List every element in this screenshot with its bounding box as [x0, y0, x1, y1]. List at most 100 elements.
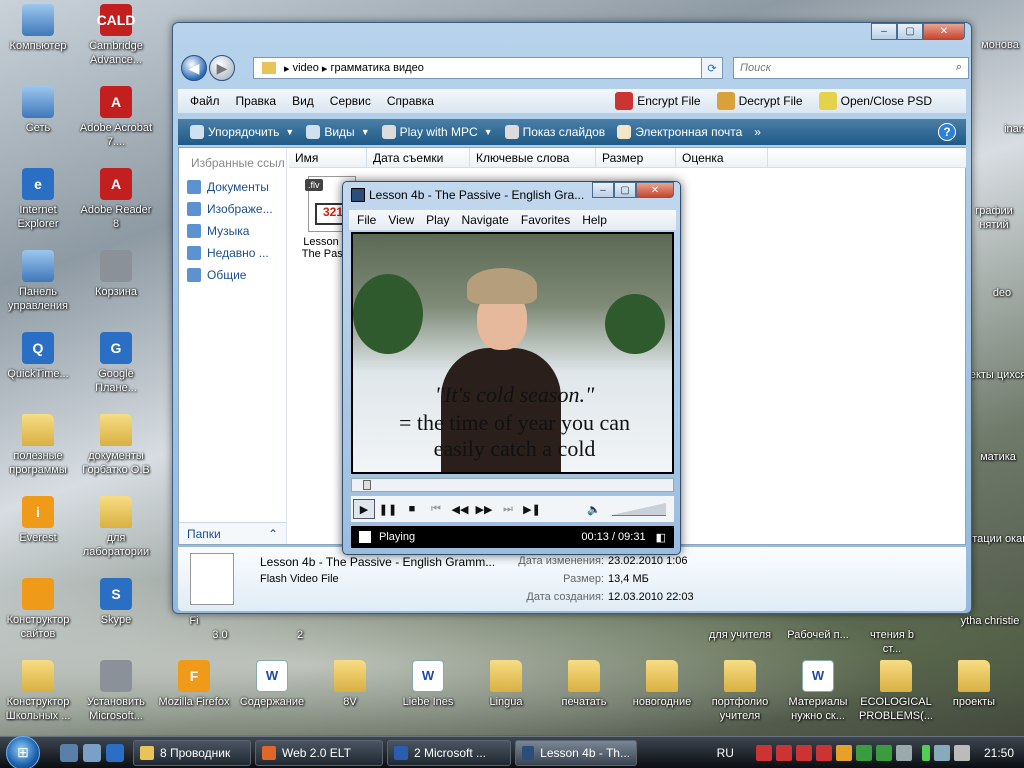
search-input[interactable]: Поиск ⌕ [733, 57, 969, 79]
more-commands-button[interactable]: » [754, 125, 761, 139]
desktop-icon[interactable]: e Internet Explorer [0, 168, 76, 231]
desktop-icon[interactable]: A Adobe Acrobat 7.... [78, 86, 154, 149]
task-explorer[interactable]: 8 Проводник [133, 739, 251, 766]
desktop-icon[interactable]: Q QuickTime... [0, 332, 76, 381]
desktop-icon[interactable]: документы Горбатко О.В [78, 414, 154, 477]
close-button[interactable]: ✕ [636, 182, 674, 198]
desktop-icon-label[interactable]: монова [968, 38, 1024, 52]
desktop-icon[interactable]: W Содержание [234, 660, 310, 709]
seek-handle[interactable] [362, 480, 371, 490]
menu-view[interactable]: Вид [292, 94, 314, 108]
nav-item-public[interactable]: Общие [179, 264, 286, 286]
desktop-icon[interactable]: Панель управления [0, 250, 76, 313]
tray-app-icon[interactable] [835, 745, 852, 761]
mpc-menu-favorites[interactable]: Favorites [521, 213, 570, 227]
desktop-icon[interactable]: G Google Плане... [78, 332, 154, 395]
folders-toggle[interactable]: Папки ⌃ [179, 522, 286, 544]
encrypt-file-button[interactable]: Encrypt File [615, 92, 701, 110]
task-web20[interactable]: Web 2.0 ELT [255, 739, 383, 766]
help-icon[interactable]: ? [938, 123, 956, 141]
open-close-psd-button[interactable]: Open/Close PSD [818, 92, 932, 110]
desktop-icon-label[interactable]: Рабочей п... [786, 628, 850, 642]
desktop-icon-label[interactable]: deo [970, 286, 1024, 300]
views-button[interactable]: Виды ▼ [306, 125, 370, 139]
maximize-button[interactable]: ▢ [897, 23, 923, 40]
desktop-icon[interactable]: проекты [936, 660, 1012, 709]
desktop-icon[interactable]: 8V [312, 660, 388, 709]
close-button[interactable]: ✕ [923, 23, 965, 40]
tray-app-icon[interactable] [775, 745, 792, 761]
rewind-button[interactable]: ◀◀ [449, 499, 471, 519]
menu-file[interactable]: Файл [190, 94, 220, 108]
ie-icon[interactable] [106, 743, 124, 762]
slideshow-button[interactable]: Показ слайдов [504, 125, 605, 139]
volume-icon[interactable]: 🔈 [583, 499, 605, 519]
desktop-icon-label[interactable]: для учителя [708, 628, 772, 642]
frame-step-button[interactable]: ▶❚ [521, 499, 543, 519]
column-date-taken[interactable]: Дата съемки [367, 148, 470, 167]
back-button[interactable]: ◀ [181, 55, 207, 81]
desktop-icon[interactable]: S Skype [78, 578, 154, 627]
desktop-icon[interactable]: портфолио учителя [702, 660, 778, 723]
desktop-icon[interactable]: F Mozilla Firefox [156, 660, 232, 709]
desktop-icon[interactable]: W Liebe Ines [390, 660, 466, 709]
show-desktop-icon[interactable] [60, 743, 78, 762]
tray-app-icon[interactable] [815, 745, 832, 761]
desktop-icon-label[interactable]: inars [984, 122, 1024, 136]
media-player-window[interactable]: Lesson 4b - The Passive - English Gra...… [342, 181, 681, 555]
volume-slider[interactable] [612, 502, 666, 516]
volume-icon[interactable] [953, 745, 970, 761]
tray-app-icon[interactable] [875, 745, 892, 761]
nav-item-music[interactable]: Музыка [179, 220, 286, 242]
column-rating[interactable]: Оценка [676, 148, 768, 167]
decrypt-file-button[interactable]: Decrypt File [716, 92, 803, 110]
desktop-icon-label[interactable]: чтения b ст... [860, 628, 924, 656]
maximize-button[interactable]: ▢ [614, 182, 636, 198]
tray-app-icon[interactable] [855, 745, 872, 761]
desktop-icon[interactable]: W Материалы нужно ск... [780, 660, 856, 723]
forward-button[interactable]: ▶ [209, 55, 235, 81]
task-microsoft[interactable]: 2 Microsoft ... [387, 739, 511, 766]
desktop-icon[interactable]: Корзина [78, 250, 154, 299]
desktop-icon-label[interactable]: екты цихся [966, 368, 1024, 382]
column-size[interactable]: Размер [596, 148, 676, 167]
task-mpc[interactable]: Lesson 4b - Th... [515, 739, 637, 766]
desktop-icon[interactable]: полезные программы [0, 414, 76, 477]
menu-help[interactable]: Справка [387, 94, 434, 108]
mpc-menu-file[interactable]: File [357, 213, 376, 227]
next-icon[interactable]: ⏭ [497, 499, 519, 519]
address-bar[interactable]: ▸ video ▸ грамматика видео [253, 57, 723, 79]
nav-item-documents[interactable]: Документы [179, 176, 286, 198]
column-name[interactable]: Имя [289, 148, 367, 167]
desktop-icon[interactable]: для лаборатории [78, 496, 154, 559]
switch-windows-icon[interactable] [83, 743, 101, 762]
desktop-icon[interactable]: Компьютер [0, 4, 76, 53]
search-icon[interactable]: ⌕ [956, 61, 962, 74]
desktop-icon-label[interactable]: нтации окам [966, 532, 1024, 546]
desktop-icon-label[interactable]: 3.0 [188, 628, 252, 642]
mpc-menu-play[interactable]: Play [426, 213, 449, 227]
breadcrumb-video[interactable]: video [293, 62, 319, 74]
network-icon[interactable] [933, 745, 950, 761]
menu-tools[interactable]: Сервис [330, 94, 371, 108]
clock[interactable]: 21:50 [984, 746, 1014, 760]
stop-button[interactable]: ■ [401, 499, 423, 519]
email-button[interactable]: Электронная почта [617, 125, 742, 139]
tray-app-icon[interactable] [895, 745, 912, 761]
desktop-icon-label[interactable]: Fi [162, 614, 226, 628]
organize-button[interactable]: Упорядочить ▼ [190, 125, 294, 139]
minimize-button[interactable]: – [592, 182, 614, 198]
desktop-icon[interactable]: печатать [546, 660, 622, 709]
previous-icon[interactable]: ⏮ [425, 499, 447, 519]
desktop-icon[interactable]: ECOLOGICAL PROBLEMS(... [858, 660, 934, 723]
column-tags[interactable]: Ключевые слова [470, 148, 596, 167]
breadcrumb-folder[interactable]: грамматика видео [331, 62, 424, 74]
desktop-icon[interactable]: Конструктор сайтов [0, 578, 76, 641]
desktop-icon[interactable]: Lingua [468, 660, 544, 709]
desktop-icon[interactable]: новогодние [624, 660, 700, 709]
play-with-mpc-button[interactable]: Play with MPC ▼ [381, 125, 493, 139]
seek-bar[interactable] [351, 478, 674, 492]
tray-app-icon[interactable] [755, 745, 772, 761]
play-button[interactable]: ▶ [353, 499, 375, 519]
menu-edit[interactable]: Правка [236, 94, 277, 108]
